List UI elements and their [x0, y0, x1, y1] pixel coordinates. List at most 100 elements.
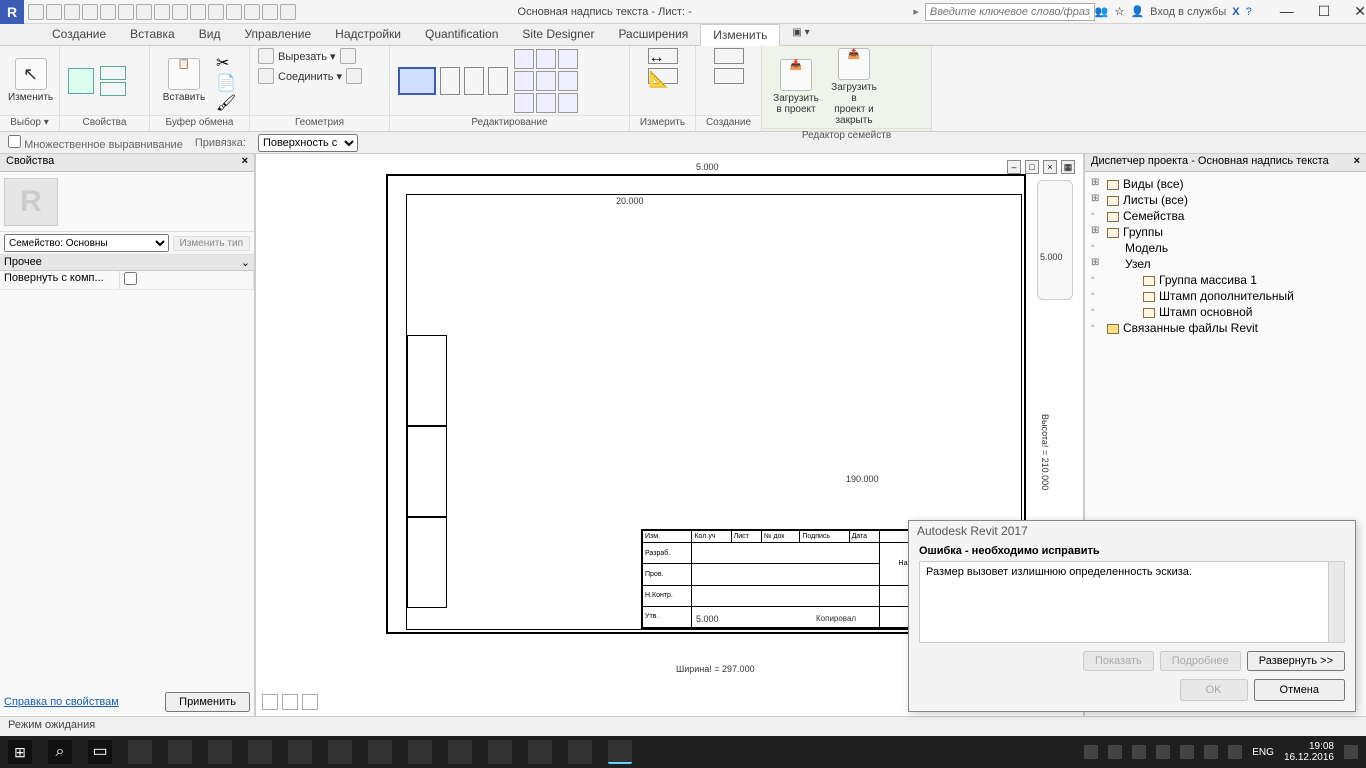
start-button[interactable]: ⊞ — [8, 740, 32, 764]
qat-open-icon[interactable] — [28, 4, 44, 20]
props-close-icon[interactable]: × — [242, 155, 248, 170]
tray-notif-icon[interactable] — [1344, 745, 1358, 759]
collapse-icon[interactable]: ⌄ — [241, 256, 250, 269]
qat-close-icon[interactable] — [244, 4, 260, 20]
edge-icon[interactable] — [128, 740, 152, 764]
tab-extra-icon[interactable]: ▣ ▾ — [780, 24, 821, 45]
aimp-icon[interactable] — [248, 740, 272, 764]
close-button[interactable]: ✕ — [1354, 3, 1366, 20]
tab-ext[interactable]: Расширения — [606, 24, 700, 45]
multi-align-checkbox[interactable]: Множественное выравнивание — [8, 135, 183, 151]
navigation-bar[interactable] — [1037, 180, 1073, 300]
qat-thin-icon[interactable] — [226, 4, 242, 20]
modify-button[interactable]: ↖Изменить — [8, 58, 53, 103]
view-min-icon[interactable]: – — [1007, 160, 1021, 174]
family-select[interactable]: Семейство: Основны — [4, 234, 169, 252]
props-icon-1[interactable] — [68, 68, 94, 94]
edit-type-button[interactable]: Изменить тип — [173, 236, 250, 251]
autocad-icon[interactable] — [568, 740, 592, 764]
search-input[interactable] — [925, 3, 1095, 21]
qat-sync-icon[interactable] — [64, 4, 80, 20]
delete-icon[interactable] — [558, 93, 578, 113]
tab-addins[interactable]: Надстройки — [323, 24, 413, 45]
visual-icon[interactable] — [302, 694, 318, 710]
tree-groups[interactable]: Группы — [1089, 224, 1362, 240]
props-icon-2[interactable] — [100, 66, 126, 80]
view-max-icon[interactable]: □ — [1025, 160, 1039, 174]
tab-view[interactable]: Вид — [187, 24, 233, 45]
word-icon[interactable] — [408, 740, 432, 764]
sign-in-link[interactable]: Вход в службы — [1150, 6, 1226, 18]
tree-views[interactable]: Виды (все) — [1089, 176, 1362, 192]
tree-sheets[interactable]: Листы (все) — [1089, 192, 1362, 208]
array-icon[interactable] — [558, 71, 578, 91]
qat-text-icon[interactable] — [172, 4, 188, 20]
comm-icon[interactable]: 👥 — [1095, 5, 1109, 18]
paste-button[interactable]: 📋Вставить — [158, 58, 210, 103]
load-close-button[interactable]: 📤Загрузить в проект и закрыть — [828, 48, 880, 126]
utorrent-icon[interactable] — [208, 740, 232, 764]
offset-icon[interactable] — [440, 67, 460, 95]
view-close-icon[interactable]: × — [1043, 160, 1057, 174]
tab-manage[interactable]: Управление — [232, 24, 323, 45]
join-geom-button[interactable]: Соединить ▾ — [258, 68, 362, 84]
taskview-icon[interactable]: ▭ — [88, 740, 112, 764]
exchange-icon[interactable]: X — [1232, 6, 1239, 18]
dimension-icon[interactable]: 📐 — [648, 68, 678, 84]
tray-app-icon[interactable] — [1132, 745, 1146, 759]
qat-redo-icon[interactable] — [100, 4, 116, 20]
qat-section-icon[interactable] — [208, 4, 224, 20]
explorer-icon[interactable] — [168, 740, 192, 764]
chrome-icon[interactable] — [528, 740, 552, 764]
more-button[interactable]: Подробнее — [1160, 651, 1241, 671]
snap-select[interactable]: Поверхность с — [258, 134, 358, 152]
calc-icon[interactable] — [328, 740, 352, 764]
help-icon[interactable]: ? — [1246, 6, 1252, 18]
tab-insert[interactable]: Вставка — [118, 24, 187, 45]
excel-icon[interactable] — [448, 740, 472, 764]
qat-print-icon[interactable] — [118, 4, 134, 20]
copy-tool-icon[interactable] — [536, 49, 556, 69]
tab-modify[interactable]: Изменить — [700, 24, 780, 46]
extend-icon[interactable] — [536, 71, 556, 91]
qat-dim-icon[interactable] — [154, 4, 170, 20]
detail-icon[interactable] — [282, 694, 298, 710]
tree-detail[interactable]: Узел — [1089, 256, 1362, 272]
rotate-icon[interactable] — [558, 49, 578, 69]
qat-switch-icon[interactable] — [262, 4, 278, 20]
mirror-icon[interactable] — [464, 67, 484, 95]
revit-task-icon[interactable] — [608, 740, 632, 764]
cut-geom-button[interactable]: Вырезать ▾ — [258, 48, 356, 64]
tree-model[interactable]: Модель — [1089, 240, 1362, 256]
dialog-scrollbar[interactable] — [1328, 562, 1344, 642]
cut-icon[interactable]: ✂ — [216, 53, 232, 69]
tray-cloud-icon[interactable] — [1108, 745, 1122, 759]
tab-quant[interactable]: Quantification — [413, 24, 510, 45]
browser-close-icon[interactable]: × — [1354, 155, 1360, 170]
qat-save-icon[interactable] — [46, 4, 62, 20]
view-tile-icon[interactable]: ▦ — [1061, 160, 1075, 174]
qat-dropdown-icon[interactable] — [280, 4, 296, 20]
groove-icon[interactable] — [368, 740, 392, 764]
qat-undo-icon[interactable] — [82, 4, 98, 20]
align-icon[interactable] — [398, 67, 436, 95]
tree-array1[interactable]: Группа массива 1 — [1089, 272, 1362, 288]
tray-bt-icon[interactable] — [1156, 745, 1170, 759]
trim-icon[interactable] — [514, 71, 534, 91]
load-project-button[interactable]: 📥Загрузить в проект — [770, 59, 822, 115]
maximize-button[interactable]: ☐ — [1318, 3, 1331, 20]
user-icon[interactable]: 👤 — [1130, 5, 1144, 18]
show-button[interactable]: Показать — [1083, 651, 1154, 671]
tray-up-icon[interactable] — [1084, 745, 1098, 759]
create-region-icon[interactable] — [714, 68, 744, 84]
copy-icon[interactable]: 📄 — [216, 73, 232, 89]
tray-net-icon[interactable] — [1204, 745, 1218, 759]
tab-create[interactable]: Создание — [40, 24, 118, 45]
star-icon[interactable]: ☆ — [1115, 5, 1125, 18]
tray-vol-icon[interactable] — [1228, 745, 1242, 759]
apply-button[interactable]: Применить — [165, 692, 250, 712]
cancel-button[interactable]: Отмена — [1254, 679, 1345, 701]
move-icon[interactable] — [514, 49, 534, 69]
tab-site[interactable]: Site Designer — [510, 24, 606, 45]
split-icon[interactable] — [488, 67, 508, 95]
